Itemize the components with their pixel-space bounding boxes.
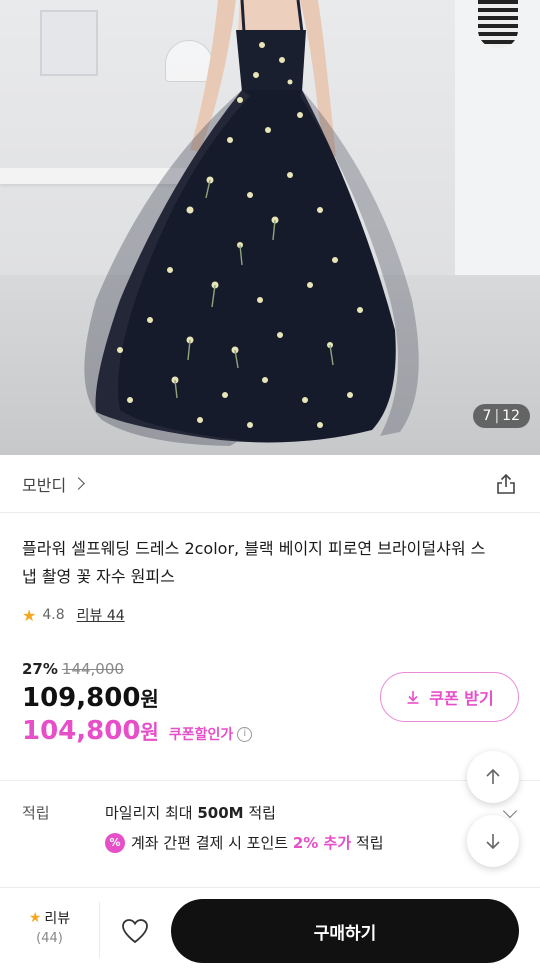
original-price: 144,000 — [61, 660, 124, 678]
brand-name[interactable]: 모반디 — [22, 472, 66, 496]
arrow-up-icon — [486, 768, 500, 784]
sale-price: 109,800원 — [22, 683, 159, 713]
coupon-price: 104,800 원 쿠폰할인가 i — [22, 716, 253, 746]
coupon-price-label[interactable]: 쿠폰할인가 i — [168, 724, 253, 744]
heart-icon[interactable] — [121, 918, 149, 944]
sale-price-value: 109,800 — [22, 683, 141, 713]
section-divider — [0, 780, 540, 781]
points-bank-transfer: % 계좌 간편 결제 시 포인트 2% 추가 적립 — [105, 832, 384, 853]
buy-button[interactable]: 구매하기 — [171, 899, 519, 963]
bottom-review-label: 리뷰 — [44, 911, 71, 927]
download-icon — [407, 691, 419, 704]
scroll-bottom-button[interactable] — [467, 815, 519, 867]
bottom-action-bar: ★ 리뷰 (44) 구매하기 — [0, 887, 540, 973]
coupon-price-unit: 원 — [140, 720, 159, 744]
discount-row: 27% 144,000 — [22, 660, 124, 678]
arrow-down-icon — [486, 834, 500, 850]
points-mileage-prefix: 마일리지 최대 — [105, 804, 198, 822]
points-mileage: 마일리지 최대 500M 적립 — [105, 802, 276, 823]
points-mileage-amount: 500M — [197, 804, 244, 822]
dress-illustration — [84, 0, 419, 446]
chevron-right-icon — [72, 477, 86, 490]
product-title: 플라워 셀프웨딩 드레스 2color, 블랙 베이지 피로연 브라이덜샤워 스… — [22, 539, 486, 586]
coupon-download-label: 쿠폰 받기 — [429, 689, 494, 708]
chevron-down-icon[interactable] — [502, 803, 518, 819]
pager-total: 12 — [502, 408, 520, 424]
pager-separator: | — [494, 408, 500, 424]
rating-summary[interactable]: ★ 4.8 리뷰 44 — [22, 605, 125, 625]
rating-value: 4.8 — [42, 607, 65, 623]
points-mileage-suffix: 적립 — [243, 804, 276, 822]
points-label: 적립 — [22, 804, 50, 822]
discount-rate: 27% — [22, 660, 58, 678]
points-bank-suffix: 적립 — [351, 834, 384, 852]
star-icon: ★ — [28, 910, 42, 926]
bottom-divider — [99, 902, 100, 958]
bottom-review-button[interactable]: ★ 리뷰 (44) — [22, 908, 77, 946]
share-icon[interactable] — [494, 472, 518, 496]
brand-row[interactable]: 모반디 — [0, 455, 540, 513]
product-image[interactable]: 7 | 12 — [0, 0, 540, 455]
coupon-price-value: 104,800 — [22, 716, 141, 746]
info-icon[interactable]: i — [237, 726, 253, 742]
bottom-review-count: (44) — [36, 931, 63, 946]
image-pager: 7 | 12 — [472, 404, 530, 428]
star-icon: ★ — [22, 605, 37, 625]
points-bank-prefix: 계좌 간편 결제 시 포인트 — [131, 834, 293, 852]
pager-current: 7 — [482, 408, 492, 424]
points-bank-highlight: 2% 추가 — [292, 834, 352, 852]
percent-badge-icon: % — [105, 832, 125, 853]
sale-price-unit: 원 — [140, 687, 159, 711]
review-link[interactable]: 리뷰 44 — [77, 605, 125, 625]
coupon-download-button[interactable]: 쿠폰 받기 — [380, 672, 519, 722]
coupon-price-label-text: 쿠폰할인가 — [168, 727, 234, 743]
scroll-top-button[interactable] — [467, 751, 519, 803]
